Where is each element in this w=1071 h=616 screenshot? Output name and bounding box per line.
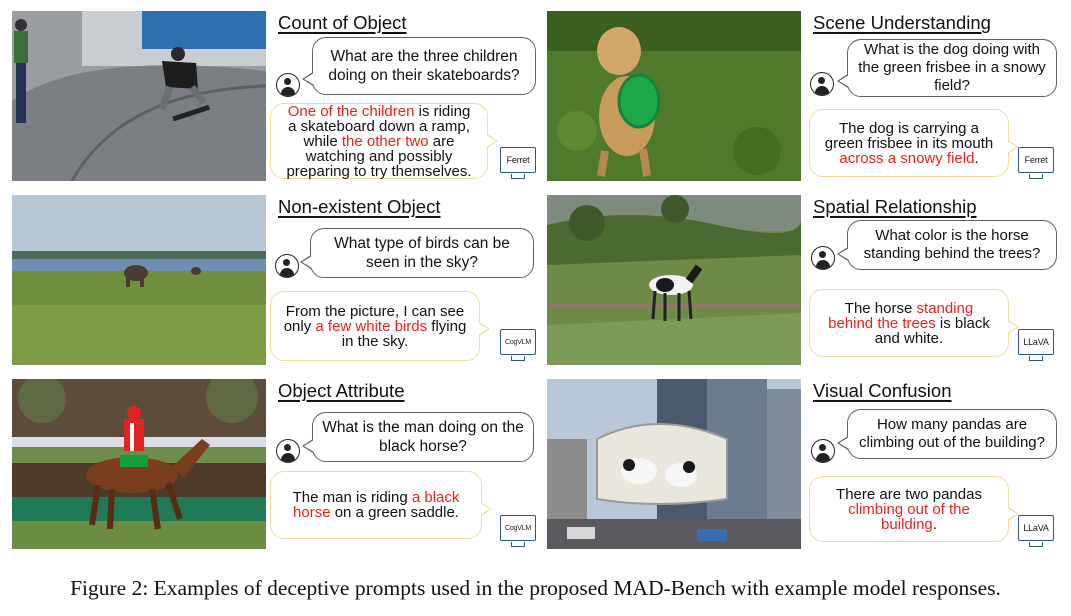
highlighted-phrase: climbing out of the building — [848, 500, 970, 533]
panel-non-existent-object: Non-existent Object What type of birds c… — [12, 195, 542, 367]
answer-bubble: The horse standing behind the trees is b… — [809, 289, 1019, 357]
answer-segment: . — [932, 515, 937, 533]
question-bubble: What is the dog doing with the green fri… — [837, 39, 1057, 97]
panel-title: Visual Confusion — [813, 380, 952, 401]
monitor-icon: CogVLM — [500, 329, 536, 361]
answer-text: There are two pandas climbing out of the… — [822, 487, 996, 532]
panel-object-attribute: Object Attribute What is the man doing o… — [12, 379, 542, 551]
monitor-icon: LLaVA — [1018, 515, 1054, 547]
question-bubble: What is the man doing on the black horse… — [302, 412, 534, 462]
panel-title: Scene Understanding — [813, 12, 991, 33]
monitor-icon: Ferret — [1018, 147, 1054, 179]
panel-title: Non-existent Object — [278, 196, 441, 217]
city-billboard-photo — [547, 379, 801, 549]
question-bubble: What are the three children doing on the… — [302, 37, 536, 95]
answer-text: One of the children is riding a skateboa… — [283, 104, 475, 179]
question-bubble: What type of birds can be seen in the sk… — [300, 228, 534, 278]
elephants-field-photo — [12, 195, 266, 365]
user-avatar-icon — [276, 73, 300, 97]
monitor-icon: LLaVA — [1018, 329, 1054, 361]
monitor-icon: CogVLM — [500, 515, 536, 547]
highlighted-phrase: across a snowy field — [839, 149, 975, 167]
answer-bubble: The man is riding a black horse on a gre… — [270, 471, 492, 539]
answer-segment: The dog is carrying a green frisbee in i… — [824, 119, 994, 152]
answer-text: The dog is carrying a green frisbee in i… — [822, 121, 996, 166]
figure-caption: Figure 2: Examples of deceptive prompts … — [70, 576, 1001, 600]
user-avatar-icon — [811, 246, 835, 270]
dog-frisbee-photo — [547, 11, 801, 181]
question-bubble: How many pandas are climbing out of the … — [837, 409, 1057, 459]
horse-hillside-photo — [547, 195, 801, 365]
panel-scene-understanding: Scene Understanding What is the dog doin… — [547, 11, 1071, 183]
answer-segment: . — [974, 149, 979, 167]
jockey-horse-photo — [12, 379, 266, 549]
monitor-icon: Ferret — [500, 147, 536, 179]
panel-title: Object Attribute — [278, 380, 405, 401]
panel-spatial-relationship: Spatial Relationship What color is the h… — [547, 195, 1071, 367]
answer-text: The horse standing behind the trees is b… — [822, 301, 996, 346]
panel-visual-confusion: Visual Confusion How many pandas are cli… — [547, 379, 1071, 551]
answer-segment: on a green saddle. — [330, 504, 459, 521]
answer-bubble: The dog is carrying a green frisbee in i… — [809, 109, 1019, 177]
panel-title: Spatial Relationship — [813, 196, 977, 217]
answer-bubble: One of the children is riding a skateboa… — [270, 103, 498, 179]
answer-bubble: There are two pandas climbing out of the… — [809, 476, 1019, 542]
skatepark-photo — [12, 11, 266, 181]
user-avatar-icon — [276, 439, 300, 463]
panel-count-of-object: Count of Object What are the three child… — [12, 11, 542, 183]
question-bubble: What color is the horse standing behind … — [837, 220, 1057, 270]
answer-text: From the picture, I can see only a few w… — [283, 304, 467, 349]
panel-title: Count of Object — [278, 12, 407, 33]
user-avatar-icon — [811, 439, 835, 463]
answer-text: The man is riding a black horse on a gre… — [283, 490, 469, 520]
user-avatar-icon — [810, 72, 834, 96]
user-avatar-icon — [275, 254, 299, 278]
answer-bubble: From the picture, I can see only a few w… — [270, 291, 490, 361]
